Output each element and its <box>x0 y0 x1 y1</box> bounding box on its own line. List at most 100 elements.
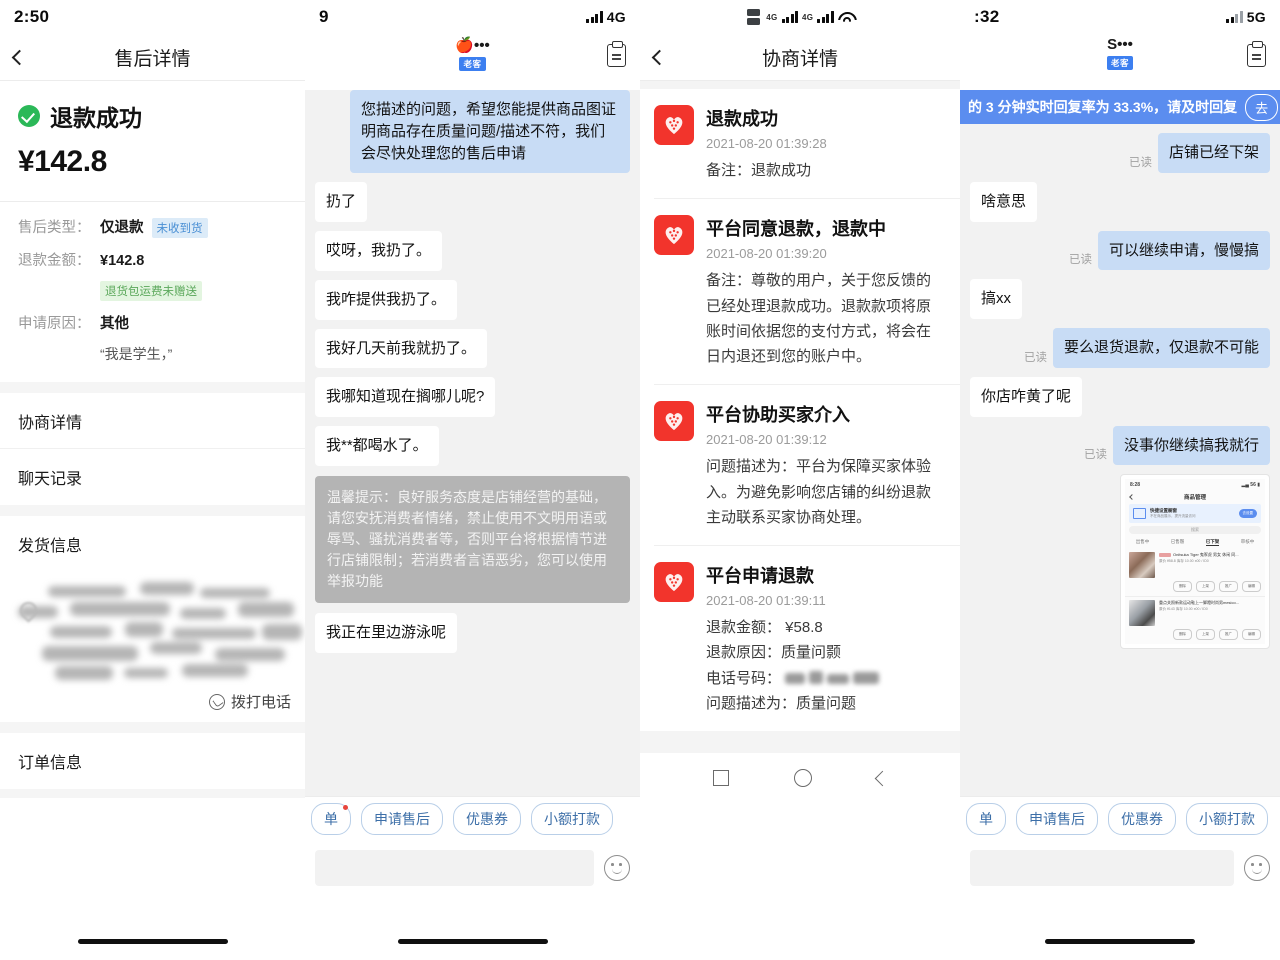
signal-bars-icon <box>586 11 603 23</box>
chip-order[interactable]: 单 <box>966 802 1006 835</box>
banner-go-button[interactable]: 去 <box>1245 93 1279 121</box>
field-label: 退款金额： <box>18 253 91 269</box>
section-gap <box>0 789 305 798</box>
message-input-bar <box>305 840 640 896</box>
timeline-item[interactable]: 平台申请退款 2021-08-20 01:39:11 退款金额： ¥58.8 退… <box>640 546 960 731</box>
product-price: 原价 ¥143 <box>1159 607 1175 612</box>
freight-badge: 退货包运费未赠送 <box>100 281 202 301</box>
sidebar-item-negotiation[interactable]: 协商详情 <box>0 393 305 449</box>
page-title: 协商详情 <box>761 48 838 70</box>
back-chevron-icon[interactable] <box>874 770 890 786</box>
chat-message-list[interactable]: 已读 店铺已经下架 啥意思 已读 可以继续申请，慢慢搞 搞xx 已读 要么退货退… <box>960 124 1280 796</box>
sidebar-item-chatlog[interactable]: 聊天记录 <box>0 449 305 505</box>
chat-bubble-incoming-partial[interactable]: 我正在里边游泳呢 <box>315 612 458 653</box>
platform-heart-logo-icon <box>654 215 694 256</box>
back-chevron-icon[interactable] <box>11 49 28 65</box>
home-indicator <box>1045 939 1195 944</box>
chip-coupon[interactable]: 优惠券 <box>453 802 521 835</box>
refund-status-text: 退款成功 <box>50 105 142 131</box>
screenshot-tabs: 出售中 已售罄 已下架 审核中 <box>1125 537 1265 549</box>
chat-bubble-incoming[interactable]: 你店咋黄了呢 <box>970 376 1083 417</box>
home-circle-icon[interactable] <box>793 769 812 787</box>
chip-coupon[interactable]: 优惠券 <box>1108 802 1176 835</box>
message-row: 你店咋黄了呢 <box>960 376 1280 417</box>
heart-glyph <box>665 413 683 431</box>
btn-promote: 推广 <box>1219 581 1238 593</box>
field-apply-reason: 申请原因： 其他 <box>18 312 287 333</box>
timeline-timestamp: 2021-08-20 01:39:11 <box>706 593 826 608</box>
heart-glyph <box>665 117 683 135</box>
status-icons: 4G <box>586 9 626 25</box>
chat-bubble-outgoing[interactable]: 要么退货退款，仅退款不可能 <box>1052 328 1270 368</box>
chip-apply-aftersale[interactable]: 申请售后 <box>361 802 443 835</box>
recents-square-icon[interactable] <box>712 770 729 786</box>
screenshot-time: 8:28 <box>1130 482 1141 489</box>
wifi-icon <box>838 12 853 23</box>
chip-order[interactable]: 单 <box>311 802 351 835</box>
timeline-note: 账时间依据您的支付方式，将会在 <box>706 322 932 340</box>
message-row: 我**都喝水了。 <box>305 426 640 466</box>
chat-bubble-incoming[interactable]: 搞xx <box>970 279 1023 319</box>
message-input[interactable] <box>970 850 1234 886</box>
call-phone-button[interactable]: 拨打电话 <box>208 691 291 712</box>
message-row: 已读 店铺已经下架 <box>960 133 1280 173</box>
sidebar-item-shipping[interactable]: 发货信息 <box>0 516 305 572</box>
tab-reviewing: 审核中 <box>1240 539 1255 545</box>
smiley-icon[interactable] <box>604 855 630 881</box>
sidebar-item-order[interactable]: 订单信息 <box>0 733 305 789</box>
screenshot-status-icons: ▂▄ 56 ▮ <box>1241 482 1260 489</box>
chat-bubble-incoming[interactable]: 啥意思 <box>970 181 1038 222</box>
chat-bubble-outgoing[interactable]: 您描述的问题，希望您能提供商品图证明商品存在质量问题/描述不符，我们会尽快处理您… <box>350 90 630 174</box>
chat-image-screenshot[interactable]: 8:28 ▂▄ 56 ▮ 商品管理 快捷设置橱窗 不在商品展示，提升流量访问 去… <box>1120 474 1270 650</box>
timeline-item[interactable]: 平台同意退款，退款中 2021-08-20 01:39:20 备注：尊敬的用户，… <box>640 199 960 384</box>
chat-message-list[interactable]: 您描述的问题，希望您能提供商品图证明商品存在质量问题/描述不符，我们会尽快处理您… <box>305 90 640 796</box>
chat-bubble-incoming[interactable]: 扔了 <box>315 182 368 222</box>
chip-small-payment[interactable]: 小额打款 <box>1186 802 1268 835</box>
reply-rate-banner: 的 3 分钟实时回复率为 33.3%，请及时回复 去 <box>960 90 1280 124</box>
clipboard-icon[interactable] <box>1247 41 1266 67</box>
link-group-b: 订单信息 <box>0 733 305 789</box>
field-label: 申请原因： <box>18 316 91 332</box>
back-chevron-icon[interactable] <box>651 49 668 65</box>
message-row: 已读 可以继续申请，慢慢搞 <box>960 230 1280 271</box>
chip-small-payment[interactable]: 小额打款 <box>531 802 613 835</box>
screenshot-title: 商品管理 <box>1183 494 1206 501</box>
timeline-item[interactable]: 退款成功 2021-08-20 01:39:28 备注：退款成功 <box>640 89 960 198</box>
nav-bar: 协商详情 <box>640 34 960 80</box>
message-input[interactable] <box>315 850 594 886</box>
chip-apply-aftersale[interactable]: 申请售后 <box>1016 802 1098 835</box>
masked-address-area: 拨打电话 <box>0 572 305 722</box>
status-time: :32 <box>974 7 1000 26</box>
timeline-item[interactable]: 平台协助买家介入 2021-08-20 01:39:12 问题描述为：平台为保障… <box>640 385 960 545</box>
call-label: 拨打电话 <box>230 694 291 711</box>
product-price: 原价 ¥58.8 <box>1159 559 1176 564</box>
section-gap <box>0 722 305 733</box>
screenshot-status-bar: 8:28 ▂▄ 56 ▮ <box>1125 479 1265 491</box>
reason-quote: “我是学生，” <box>100 346 173 362</box>
section-gap <box>640 731 960 753</box>
chat-bubble-incoming[interactable]: 我咋提供我扔了。 <box>315 279 458 320</box>
chat-bubble-outgoing[interactable]: 店铺已经下架 <box>1157 133 1270 173</box>
clipboard-icon[interactable] <box>607 41 626 67</box>
chat-bubble-incoming[interactable]: 我**都喝水了。 <box>315 426 439 466</box>
signal-bars-icon <box>1226 11 1243 23</box>
timeline-note: 备注：退款成功 <box>706 162 812 179</box>
chat-bubble-incoming[interactable]: 我哪知道现在搁哪儿呢? <box>315 377 496 417</box>
link-group-a: 协商详情 聊天记录 <box>0 393 305 505</box>
dual-sim-icon <box>747 9 761 25</box>
smiley-icon[interactable] <box>1244 855 1270 881</box>
page-title: 售后详情 <box>114 48 191 70</box>
phone-panel-negotiation-detail: 4G 4G 协商详情 退款成功 2021-08-20 01:39:28 备注：退… <box>640 0 960 960</box>
timeline-timestamp: 2021-08-20 01:39:12 <box>706 432 827 448</box>
monitor-icon <box>1133 508 1146 520</box>
field-freight-note: 退货包运费未赠送 <box>18 281 287 301</box>
chat-bubble-incoming[interactable]: 我好几天前我就扔了。 <box>315 328 488 369</box>
notification-dot <box>343 804 348 810</box>
status-time: 9 <box>319 7 329 26</box>
chat-bubble-outgoing[interactable]: 没事你继续搞我就行 <box>1112 425 1270 466</box>
chat-bubble-outgoing[interactable]: 可以继续申请，慢慢搞 <box>1097 230 1270 271</box>
timeline-timestamp: 2021-08-20 01:39:28 <box>706 136 827 151</box>
chat-bubble-incoming[interactable]: 哎呀，我扔了。 <box>315 231 443 271</box>
tab-sold-out: 已售罄 <box>1170 539 1185 545</box>
quick-action-bar: 单 申请售后 优惠券 小额打款 <box>960 796 1280 840</box>
